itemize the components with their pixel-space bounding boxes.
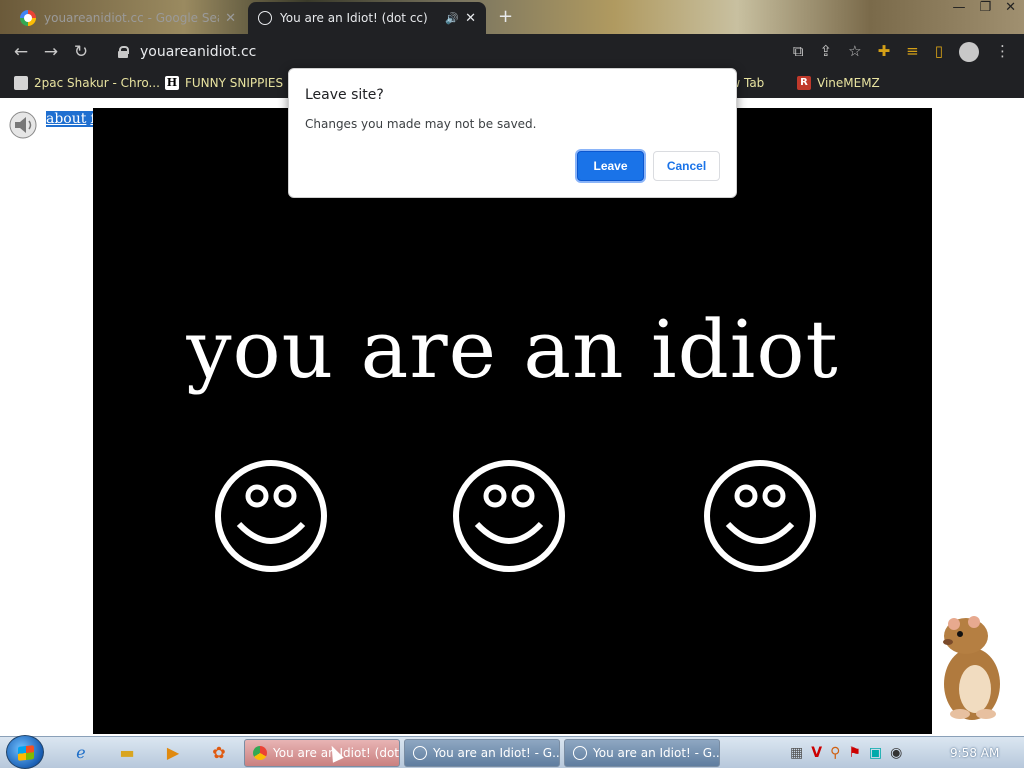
app-icon[interactable]: ✿	[208, 743, 230, 763]
popup-blocked-icon[interactable]: ⧉	[793, 42, 804, 62]
windows-logo-icon	[18, 745, 34, 761]
forward-button[interactable]: →	[36, 42, 66, 62]
speaker-icon[interactable]	[8, 110, 38, 140]
back-button[interactable]: ←	[6, 42, 36, 62]
h-logo-icon: H	[165, 76, 179, 90]
smiley-face-icon	[215, 460, 327, 572]
smiley-face-icon	[704, 460, 816, 572]
bookmark-2pac[interactable]: 2pac Shakur - Chro...	[14, 76, 160, 90]
share-icon[interactable]: ⇪	[820, 42, 833, 62]
leave-site-dialog: Leave site? Changes you made may not be …	[288, 68, 737, 198]
tab-you-are-an-idiot[interactable]: You are an Idiot! (dot cc) 🔊 ✕	[248, 2, 486, 34]
tray-v-icon[interactable]: V	[811, 745, 822, 761]
smiley-face-icon	[453, 460, 565, 572]
minimize-button[interactable]: —	[952, 0, 965, 15]
chrome-icon	[253, 746, 267, 760]
media-icon[interactable]: ≡	[906, 42, 919, 62]
folder-icon[interactable]: ▬	[116, 743, 138, 763]
task-label: You are an Idiot! - G...	[593, 746, 720, 760]
tab-strip: youareanidiot.cc - Google Search ✕ You a…	[0, 0, 1024, 34]
close-window-button[interactable]: ✕	[1005, 0, 1016, 15]
profile-avatar[interactable]	[959, 42, 979, 62]
bookmark-funny-snippies[interactable]: H FUNNY SNIPPIES	[165, 76, 283, 90]
dialog-title: Leave site?	[305, 87, 384, 103]
bookmark-icon	[14, 76, 28, 90]
lock-icon[interactable]	[118, 46, 129, 58]
close-icon[interactable]: ✕	[465, 11, 476, 26]
internet-explorer-icon[interactable]: ℯ	[70, 743, 92, 763]
address-bar[interactable]: youareanidiot.cc	[110, 38, 850, 66]
star-icon[interactable]: ☆	[848, 42, 861, 62]
cancel-button[interactable]: Cancel	[653, 151, 720, 181]
dialog-message: Changes you made may not be saved.	[305, 117, 537, 131]
idiot-stage: you are an idiot	[93, 108, 932, 734]
bookmark-label: 2pac Shakur - Chro...	[34, 76, 160, 90]
taskbar-idiot-window[interactable]: You are an Idiot! - G...	[404, 739, 560, 767]
tray-network-icon[interactable]: ▣	[869, 745, 882, 761]
extensions-icon[interactable]: ✚	[878, 42, 891, 62]
url-text: youareanidiot.cc	[140, 44, 257, 60]
leave-button[interactable]: Leave	[577, 151, 644, 181]
reload-button[interactable]: ↻	[66, 42, 96, 62]
r-logo-icon: R	[797, 76, 811, 90]
media-player-icon[interactable]: ▶	[162, 743, 184, 763]
taskbar-chrome-window[interactable]: You are an Idiot! (dot...	[244, 739, 400, 767]
window-controls: — ❐ ✕	[952, 0, 1016, 15]
start-button[interactable]	[6, 735, 44, 769]
tray-volume-icon[interactable]: ◉	[890, 745, 902, 761]
new-tab-button[interactable]: +	[498, 6, 513, 27]
tray-app-icon[interactable]: ▦	[790, 745, 803, 761]
tab-title: You are an Idiot! (dot cc)	[280, 11, 428, 25]
browser-toolbar: ← → ↻ youareanidiot.cc ⧉ ⇪ ☆ ✚ ≡ ▯ ⋮	[0, 34, 1024, 70]
smiley-favicon-icon	[258, 11, 272, 25]
tray-flag-icon[interactable]: ⚑	[848, 745, 861, 761]
menu-icon[interactable]: ⋮	[995, 42, 1010, 62]
toolbar-actions: ⧉ ⇪ ☆ ✚ ≡ ▯ ⋮	[793, 42, 1010, 62]
taskbar: ℯ ▬ ▶ ✿ You are an Idiot! (dot... You ar…	[0, 735, 1024, 769]
system-tray: ▦ V ⚲ ⚑ ▣ ◉	[790, 745, 902, 761]
clock[interactable]: 9:58 AM	[950, 746, 999, 760]
smiley-icon	[413, 746, 427, 760]
hamster-image	[943, 616, 1000, 720]
tab-title: youareanidiot.cc - Google Search	[44, 11, 219, 25]
speaker-icon[interactable]: 🔊	[445, 12, 459, 25]
tab-google-search[interactable]: youareanidiot.cc - Google Search ✕	[10, 2, 246, 34]
google-icon	[20, 10, 36, 26]
headline: you are an idiot	[186, 303, 839, 396]
task-label: You are an Idiot! - G...	[433, 746, 560, 760]
side-panel-icon[interactable]: ▯	[935, 42, 943, 62]
bookmark-vinememz[interactable]: R VineMEMZ	[797, 76, 880, 90]
about-link[interactable]: about	[46, 111, 86, 127]
close-icon[interactable]: ✕	[225, 11, 236, 26]
bookmark-label: VineMEMZ	[817, 76, 880, 90]
smiley-icon	[573, 746, 587, 760]
tray-search-icon[interactable]: ⚲	[830, 745, 840, 761]
bookmark-label: FUNNY SNIPPIES	[185, 76, 284, 90]
taskbar-idiot-window[interactable]: You are an Idiot! - G...	[564, 739, 720, 767]
maximize-button[interactable]: ❐	[979, 0, 991, 15]
